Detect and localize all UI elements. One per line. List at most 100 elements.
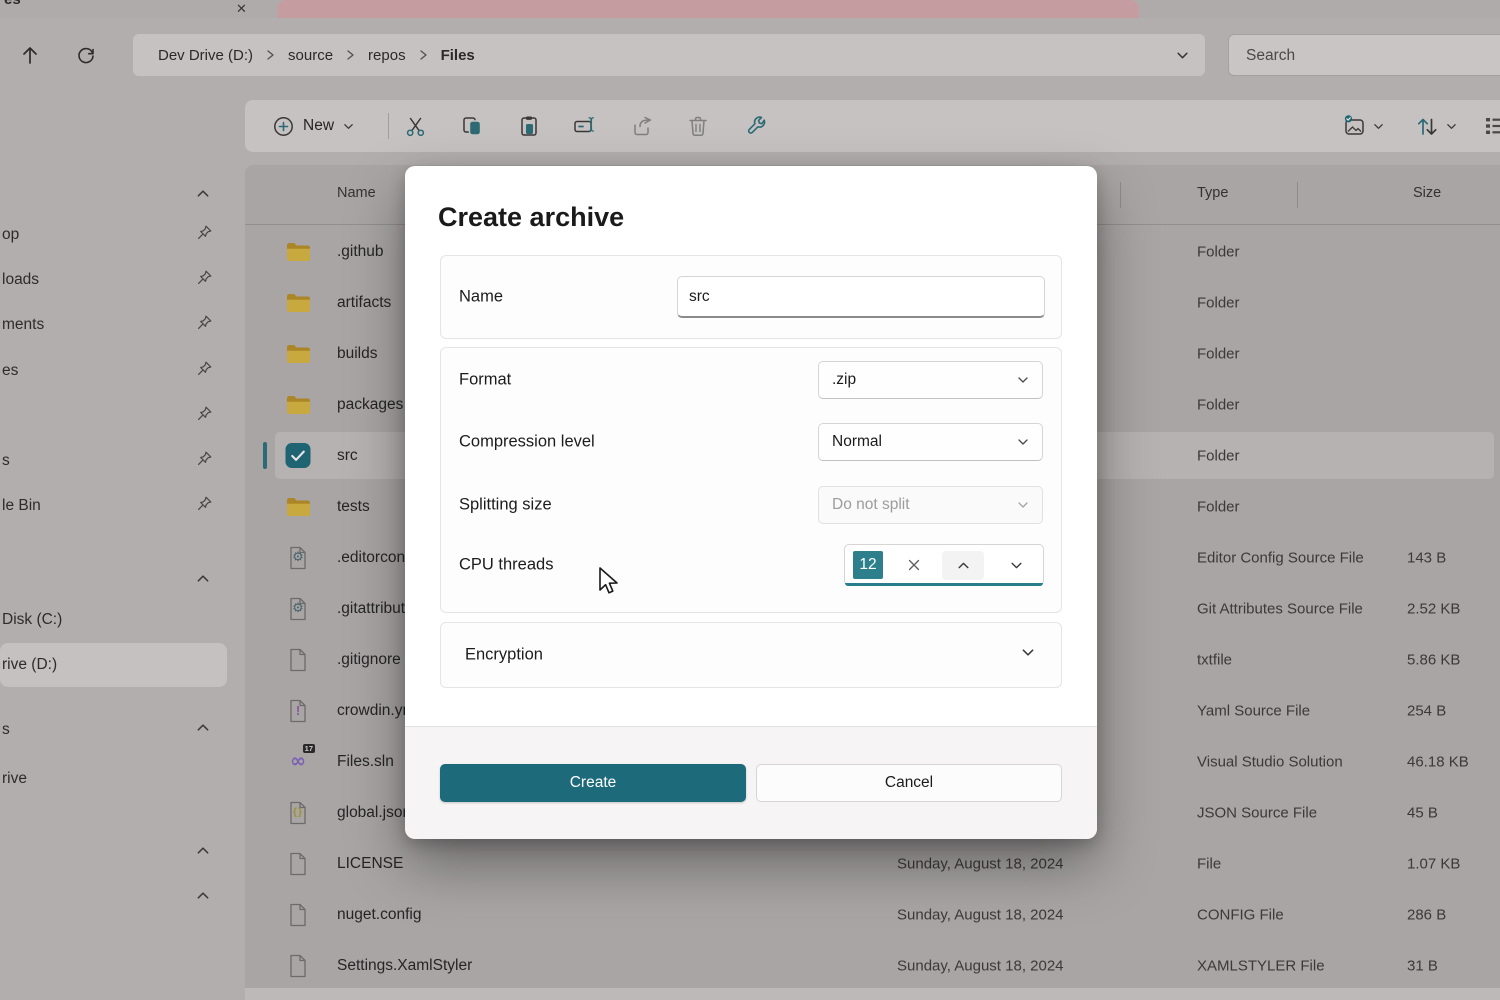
pin-icon[interactable]	[196, 360, 213, 377]
sidebar-item-hidden[interactable]	[0, 394, 245, 438]
file-row-Settings.XamlStyler[interactable]: Settings.XamlStylerSunday, August 18, 20…	[245, 940, 1500, 988]
cut-button[interactable]	[397, 110, 433, 142]
focus-underline	[845, 583, 1043, 586]
sidebar-item-s[interactable]: s	[0, 439, 245, 483]
sidebar-section-collapse[interactable]	[0, 831, 245, 875]
pin-icon[interactable]	[196, 269, 213, 286]
sidebar-item-op[interactable]: op	[0, 213, 245, 257]
copy-button[interactable]	[454, 110, 490, 142]
properties-button[interactable]	[738, 110, 774, 142]
chevron-down-icon[interactable]	[1021, 646, 1035, 665]
search-input[interactable]	[1229, 35, 1498, 77]
chevron-up-icon[interactable]	[196, 889, 210, 903]
file-name[interactable]: artifacts	[337, 294, 391, 312]
breadcrumb[interactable]: Dev Drive (D:) source repos Files	[133, 34, 1205, 76]
compression-row: Compression level Normal	[441, 411, 1061, 473]
refresh-button[interactable]	[70, 39, 102, 71]
up-button[interactable]	[14, 39, 46, 71]
column-header-name[interactable]: Name	[337, 185, 376, 201]
sidebar-item-rive[interactable]: rive	[0, 757, 245, 801]
increment-button[interactable]	[942, 551, 984, 580]
tab-close-icon[interactable]: ✕	[236, 0, 247, 18]
column-header-type[interactable]: Type	[1197, 185, 1228, 201]
sidebar-item-label: le Bin	[2, 497, 41, 515]
new-button[interactable]: New	[263, 110, 364, 142]
active-tab-title[interactable]: es	[4, 0, 21, 8]
sidebar-item-ments[interactable]: ments	[0, 303, 245, 347]
column-header-size[interactable]: Size	[1413, 185, 1441, 201]
chevron-right-icon	[266, 49, 275, 61]
chevron-up-icon[interactable]	[196, 721, 210, 735]
file-name[interactable]: .github	[337, 243, 384, 261]
sidebar-section-collapse[interactable]	[0, 559, 245, 603]
file-type: Yaml Source File	[1197, 702, 1310, 719]
breadcrumb-item-source[interactable]: source	[288, 47, 333, 64]
column-divider[interactable]	[1120, 182, 1121, 208]
checkbox-checked-icon[interactable]	[285, 442, 311, 469]
thumbnail-view-icon	[1341, 115, 1366, 138]
share-button[interactable]	[624, 110, 660, 142]
pin-icon[interactable]	[196, 450, 213, 467]
pin-icon[interactable]	[196, 495, 213, 512]
cpu-threads-numberbox[interactable]: 12	[844, 544, 1044, 586]
file-name[interactable]: Files.sln	[337, 753, 394, 771]
cancel-button[interactable]: Cancel	[756, 764, 1062, 802]
sidebar-item-loads[interactable]: loads	[0, 258, 245, 302]
breadcrumb-item-current[interactable]: Files	[441, 47, 475, 64]
file-name[interactable]: global.json	[337, 804, 411, 822]
file-name[interactable]: LICENSE	[337, 855, 403, 873]
breadcrumb-item-drive[interactable]: Dev Drive (D:)	[158, 47, 253, 64]
encryption-expander[interactable]: Encryption	[440, 622, 1062, 688]
file-name[interactable]: builds	[337, 345, 378, 363]
file-name[interactable]: packages	[337, 396, 403, 414]
sidebar-drive-Disk (C:)[interactable]: Disk (C:)	[0, 598, 245, 642]
file-name[interactable]: nuget.config	[337, 906, 421, 924]
folder-icon	[286, 242, 310, 261]
details-view-button[interactable]	[1483, 110, 1500, 142]
chevron-down-icon	[1017, 374, 1029, 386]
breadcrumb-dropdown-chevron-icon[interactable]	[1176, 49, 1189, 67]
search-box[interactable]	[1228, 34, 1500, 76]
file-icon-cell	[285, 647, 311, 673]
visual-studio-icon: ∞	[290, 752, 306, 771]
clear-icon[interactable]	[901, 552, 927, 578]
paste-button[interactable]	[511, 110, 547, 142]
compression-label: Compression level	[459, 433, 595, 452]
file-row-nuget.config[interactable]: nuget.configSunday, August 18, 2024CONFI…	[245, 889, 1500, 940]
inactive-tab[interactable]	[277, 0, 1139, 18]
file-row-LICENSE[interactable]: LICENSESunday, August 18, 2024File1.07 K…	[245, 838, 1500, 889]
sidebar-item-le Bin[interactable]: le Bin	[0, 484, 245, 528]
column-divider[interactable]	[1297, 182, 1298, 208]
sort-options-button[interactable]	[1408, 110, 1464, 142]
decrement-button[interactable]	[1001, 552, 1031, 578]
cpu-threads-row: CPU threads 12	[441, 534, 1061, 596]
archive-name-input[interactable]	[677, 276, 1045, 318]
format-combobox[interactable]: .zip	[818, 361, 1043, 399]
file-type: Editor Config Source File	[1197, 549, 1364, 566]
compression-combobox[interactable]: Normal	[818, 423, 1043, 461]
file-name[interactable]: Settings.XamlStyler	[337, 957, 472, 975]
create-button[interactable]: Create	[440, 764, 746, 802]
wrench-icon	[745, 115, 768, 138]
pin-icon[interactable]	[196, 405, 213, 422]
rename-button[interactable]	[567, 110, 603, 142]
file-name[interactable]: tests	[337, 498, 370, 516]
file-name[interactable]: .gitignore	[337, 651, 401, 669]
file-icon-cell[interactable]	[285, 443, 311, 469]
chevron-up-icon[interactable]	[196, 572, 210, 586]
layout-options-button[interactable]	[1335, 110, 1389, 142]
file-size: 45 B	[1407, 804, 1438, 821]
sidebar-item-es[interactable]: es	[0, 349, 245, 393]
chevron-up-icon[interactable]	[196, 187, 210, 201]
pin-icon[interactable]	[196, 314, 213, 331]
sidebar-section-collapse[interactable]	[0, 876, 245, 920]
breadcrumb-item-repos[interactable]: repos	[368, 47, 406, 64]
sidebar-drive-rive (D:)[interactable]: rive (D:)	[0, 643, 245, 687]
pin-icon[interactable]	[196, 224, 213, 241]
sidebar-section-header[interactable]: s	[0, 708, 245, 752]
file-name[interactable]: src	[337, 447, 358, 465]
delete-button[interactable]	[680, 110, 716, 142]
file-icon	[288, 903, 308, 927]
sidebar-section-collapse[interactable]	[0, 174, 245, 218]
chevron-up-icon[interactable]	[196, 844, 210, 858]
